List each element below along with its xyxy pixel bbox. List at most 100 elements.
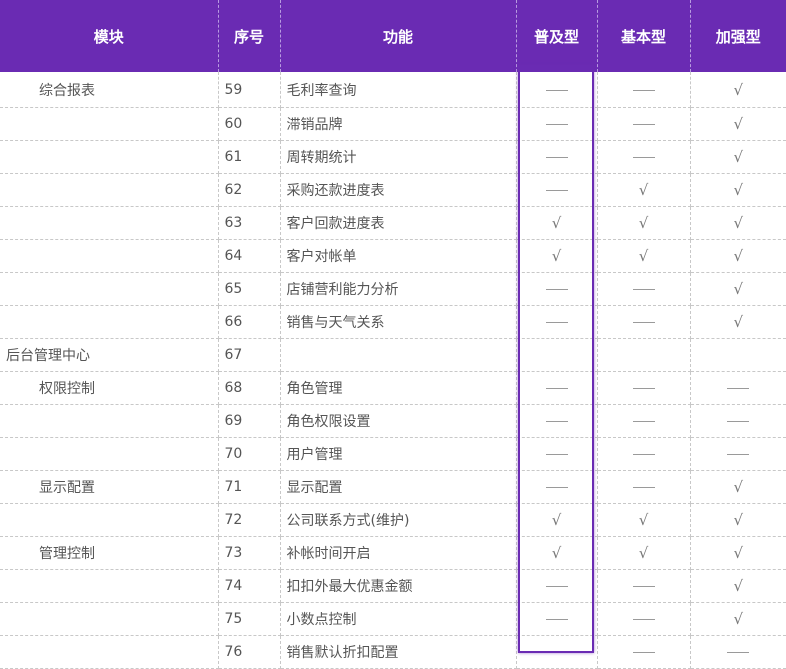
check-icon: √ — [733, 478, 744, 496]
module-cell: 综合报表 — [0, 72, 219, 108]
advanced-edition-cell: √ — [690, 72, 786, 108]
standard-edition-cell — [597, 602, 691, 636]
check-icon: √ — [733, 577, 744, 595]
standard-edition-cell — [597, 107, 691, 141]
standard-edition-cell — [597, 371, 691, 405]
function-cell — [280, 338, 517, 372]
advanced-edition-cell: √ — [690, 602, 786, 636]
check-icon: √ — [551, 544, 562, 562]
header-advanced-edition: 加强型 — [690, 0, 786, 72]
header-number: 序号 — [218, 0, 281, 72]
function-cell: 扣扣外最大优惠金额 — [280, 569, 517, 603]
table-row: 69 角色权限设置 — [0, 404, 786, 438]
advanced-edition-cell — [690, 635, 786, 669]
module-cell — [0, 503, 219, 537]
advanced-edition-cell: √ — [690, 239, 786, 273]
standard-edition-cell — [597, 470, 691, 504]
module-cell — [0, 635, 219, 669]
standard-edition-cell: √ — [597, 173, 691, 207]
check-icon: √ — [733, 247, 744, 265]
function-cell: 角色权限设置 — [280, 404, 517, 438]
basic-edition-cell — [516, 72, 598, 108]
basic-edition-cell: √ — [516, 206, 598, 240]
dash-icon — [632, 322, 655, 323]
dash-icon — [727, 652, 750, 653]
dash-icon — [727, 421, 750, 422]
dash-icon — [632, 652, 655, 653]
basic-edition-cell: √ — [516, 239, 598, 273]
function-cell: 用户管理 — [280, 437, 517, 471]
dash-icon — [545, 652, 568, 653]
basic-edition-cell — [516, 569, 598, 603]
dash-icon — [545, 190, 568, 191]
dash-icon — [545, 487, 568, 488]
check-icon: √ — [638, 511, 649, 529]
table-row: 后台管理中心 67 — [0, 338, 786, 372]
standard-edition-cell — [597, 338, 691, 372]
number-cell: 72 — [218, 503, 281, 537]
dash-icon — [545, 454, 568, 455]
check-icon: √ — [733, 511, 744, 529]
dash-icon — [632, 388, 655, 389]
advanced-edition-cell: √ — [690, 173, 786, 207]
dash-icon — [545, 619, 568, 620]
dash-icon — [545, 322, 568, 323]
function-cell: 公司联系方式(维护) — [280, 503, 517, 537]
number-cell: 70 — [218, 437, 281, 471]
advanced-edition-cell: √ — [690, 272, 786, 306]
module-cell — [0, 305, 219, 339]
dash-icon — [632, 487, 655, 488]
feature-comparison-table: 模块 序号 功能 普及型 基本型 加强型 综合报表 59 毛利率查询 √ 60 滞销品牌 √… — [0, 0, 786, 669]
table-row: 63 客户回款进度表 √ √ √ — [0, 206, 786, 240]
dash-icon — [545, 586, 568, 587]
function-cell: 周转期统计 — [280, 140, 517, 174]
advanced-edition-cell: √ — [690, 569, 786, 603]
table-row: 管理控制 73 补帐时间开启 √ √ √ — [0, 536, 786, 570]
module-cell: 显示配置 — [0, 470, 219, 504]
number-cell: 64 — [218, 239, 281, 273]
header-basic-edition: 普及型 — [516, 0, 598, 72]
number-cell: 69 — [218, 404, 281, 438]
advanced-edition-cell — [690, 338, 786, 372]
advanced-edition-cell: √ — [690, 140, 786, 174]
table-body: 综合报表 59 毛利率查询 √ 60 滞销品牌 √ 61 周转期统计 √ 62 采购还款进度表 √ √ 63… — [0, 72, 786, 669]
standard-edition-cell — [597, 72, 691, 108]
table-row: 76 销售默认折扣配置 — [0, 635, 786, 669]
number-cell: 74 — [218, 569, 281, 603]
advanced-edition-cell: √ — [690, 470, 786, 504]
standard-edition-cell — [597, 404, 691, 438]
function-cell: 滞销品牌 — [280, 107, 517, 141]
table-row: 72 公司联系方式(维护) √ √ √ — [0, 503, 786, 537]
header-row: 模块 序号 功能 普及型 基本型 加强型 — [0, 0, 786, 72]
check-icon: √ — [551, 247, 562, 265]
basic-edition-cell — [516, 107, 598, 141]
check-icon: √ — [551, 214, 562, 232]
standard-edition-cell: √ — [597, 239, 691, 273]
table-row: 60 滞销品牌 √ — [0, 107, 786, 141]
table-row: 61 周转期统计 √ — [0, 140, 786, 174]
check-icon: √ — [733, 544, 744, 562]
number-cell: 63 — [218, 206, 281, 240]
dash-icon — [632, 586, 655, 587]
check-icon: √ — [733, 115, 744, 133]
advanced-edition-cell — [690, 371, 786, 405]
dash-icon — [632, 124, 655, 125]
standard-edition-cell — [597, 140, 691, 174]
check-icon: √ — [733, 610, 744, 628]
number-cell: 59 — [218, 72, 281, 108]
standard-edition-cell — [597, 305, 691, 339]
check-icon: √ — [551, 511, 562, 529]
table-row: 75 小数点控制 √ — [0, 602, 786, 636]
table-row: 62 采购还款进度表 √ √ — [0, 173, 786, 207]
dash-icon — [632, 619, 655, 620]
module-cell — [0, 140, 219, 174]
basic-edition-cell — [516, 404, 598, 438]
basic-edition-cell: √ — [516, 536, 598, 570]
standard-edition-cell: √ — [597, 503, 691, 537]
basic-edition-cell — [516, 305, 598, 339]
basic-edition-cell — [516, 371, 598, 405]
dash-icon — [545, 421, 568, 422]
standard-edition-cell — [597, 635, 691, 669]
number-cell: 76 — [218, 635, 281, 669]
dash-icon — [545, 89, 568, 91]
